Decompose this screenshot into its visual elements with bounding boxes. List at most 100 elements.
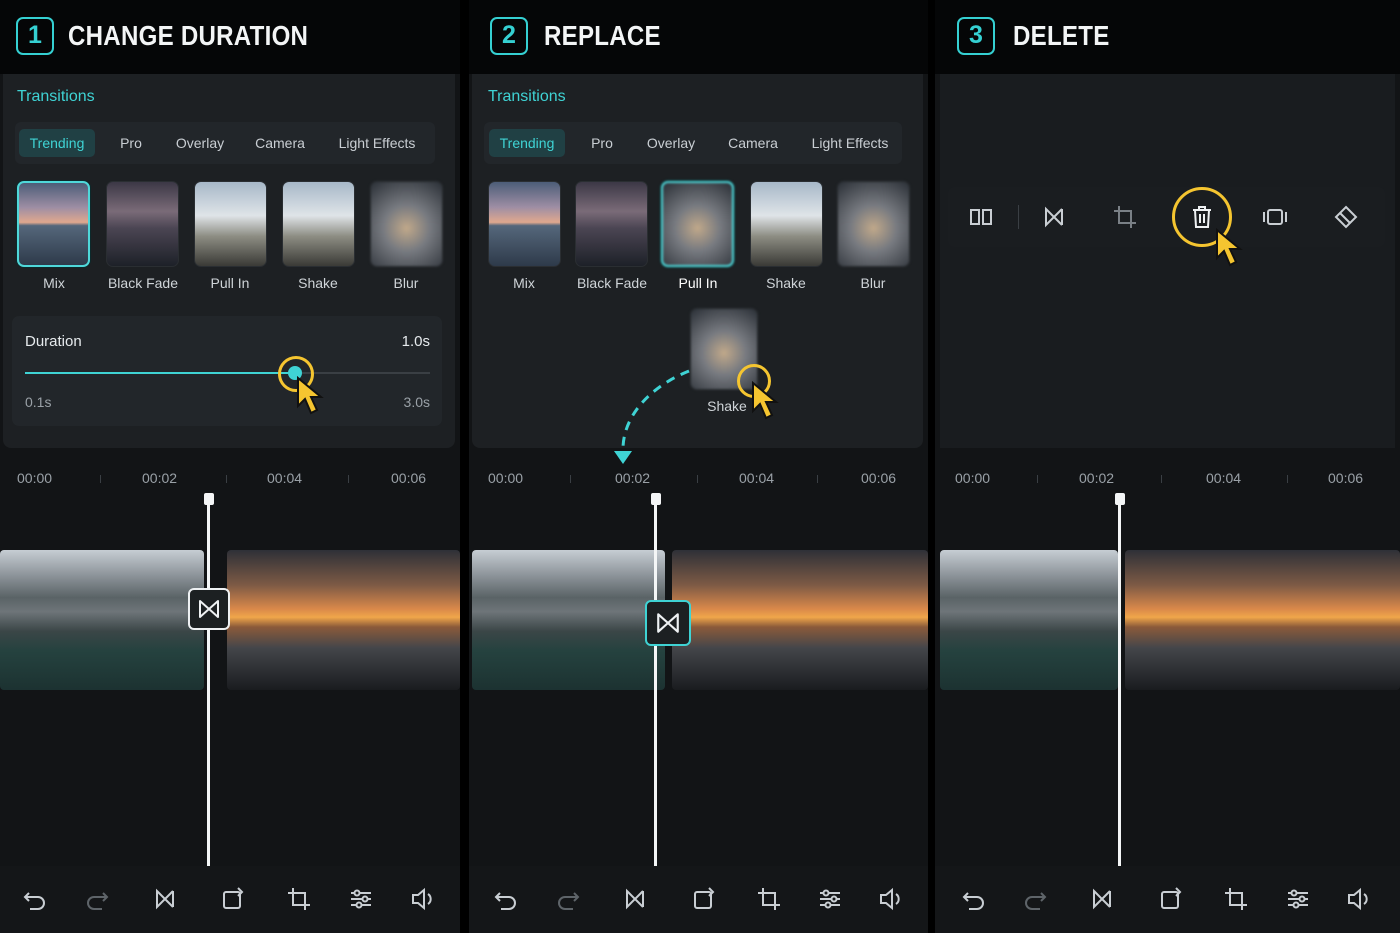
tab-camera[interactable]: Camera: [247, 129, 313, 157]
tab-pro[interactable]: Pro: [580, 129, 624, 157]
transition-icon: [199, 600, 219, 618]
transition-icon[interactable]: [620, 884, 650, 914]
clip-sunset-sea[interactable]: [227, 550, 460, 690]
ruler-tick: [697, 475, 698, 483]
transition-icon: [657, 613, 679, 633]
transitions-title: Transitions: [17, 88, 95, 105]
adjust-icon[interactable]: [815, 884, 845, 914]
undo-icon[interactable]: [20, 884, 50, 914]
transition-thumb-mix[interactable]: [17, 181, 90, 267]
pointer-cursor-icon: [752, 381, 779, 420]
clip-sunset-sea[interactable]: [672, 550, 928, 690]
volume-icon[interactable]: [408, 884, 438, 914]
transition-label-mix: Mix: [43, 275, 65, 291]
video-track: [469, 550, 928, 690]
transition-thumb-pull-in[interactable]: [194, 181, 267, 267]
transition-icon[interactable]: [1087, 884, 1117, 914]
keyframe-icon[interactable]: [1331, 202, 1361, 232]
transition-thumb-mix[interactable]: [488, 181, 561, 267]
tab-trending[interactable]: Trending: [19, 129, 95, 157]
undo-icon[interactable]: [959, 884, 989, 914]
adjust-icon[interactable]: [346, 884, 376, 914]
crop-icon[interactable]: [754, 884, 784, 914]
transition-tabs: Trending Pro Overlay Camera Light Effect…: [15, 122, 435, 164]
crop-icon[interactable]: [284, 884, 314, 914]
timeline-ruler: 00:00 00:02 00:04 00:06: [469, 460, 928, 500]
transition-marker[interactable]: [645, 600, 691, 646]
ruler-time: 00:02: [142, 470, 178, 486]
playhead[interactable]: [1118, 498, 1121, 866]
frame-icon[interactable]: [1260, 202, 1290, 232]
ruler-tick: [1037, 475, 1038, 483]
video-track: [0, 550, 460, 690]
transitions-title: Transitions: [488, 88, 566, 105]
redo-icon[interactable]: [1020, 884, 1050, 914]
tab-pro[interactable]: Pro: [109, 129, 153, 157]
ruler-time: 00:04: [739, 470, 775, 486]
replace-icon[interactable]: [1156, 884, 1186, 914]
redo-icon[interactable]: [82, 884, 112, 914]
transition-label-blur: Blur: [393, 275, 419, 291]
timeline-ruler: 00:00 00:02 00:04 00:06: [0, 460, 460, 500]
adjust-icon[interactable]: [1283, 884, 1313, 914]
clip-mountain-lake[interactable]: [940, 550, 1118, 690]
replace-icon[interactable]: [689, 884, 719, 914]
bottom-toolbar: [0, 866, 460, 933]
pointer-cursor-icon: [1216, 228, 1243, 267]
transition-label-blur: Blur: [860, 275, 886, 291]
transition-thumb-blur[interactable]: [370, 181, 443, 267]
transition-marker[interactable]: [188, 588, 230, 630]
transition-thumb-black-fade[interactable]: [575, 181, 648, 267]
transition-icon[interactable]: [1039, 202, 1069, 232]
bottom-toolbar: [935, 866, 1400, 933]
clip-mountain-lake[interactable]: [472, 550, 665, 690]
ruler-tick: [1161, 475, 1162, 483]
tab-light-effects[interactable]: Light Effects: [800, 129, 900, 157]
tab-overlay[interactable]: Overlay: [167, 129, 233, 157]
playhead-handle[interactable]: [204, 493, 214, 505]
transition-thumb-pull-in[interactable]: [661, 181, 734, 267]
transition-label-shake: Shake: [298, 275, 338, 291]
ruler-time: 00:00: [955, 470, 991, 486]
dragged-transition-label: Shake: [707, 398, 747, 414]
tab-camera[interactable]: Camera: [720, 129, 786, 157]
volume-icon[interactable]: [876, 884, 906, 914]
transition-thumb-shake[interactable]: [282, 181, 355, 267]
volume-icon[interactable]: [1344, 884, 1374, 914]
crop-icon[interactable]: [1221, 884, 1251, 914]
ruler-time: 00:00: [488, 470, 524, 486]
bottom-toolbar: [469, 866, 928, 933]
transition-thumb-shake[interactable]: [750, 181, 823, 267]
ruler-time: 00:04: [1206, 470, 1242, 486]
clip-sunset-sea[interactable]: [1125, 550, 1400, 690]
transition-thumb-blur[interactable]: [837, 181, 910, 267]
playhead[interactable]: [207, 498, 210, 866]
playhead-handle[interactable]: [651, 493, 661, 505]
ruler-time: 00:06: [1328, 470, 1364, 486]
tab-light-effects[interactable]: Light Effects: [327, 129, 427, 157]
undo-icon[interactable]: [491, 884, 521, 914]
playhead-handle[interactable]: [1115, 493, 1125, 505]
ruler-time: 00:04: [267, 470, 303, 486]
toolbar-divider: [1018, 205, 1019, 229]
transition-label-black-fade: Black Fade: [107, 275, 179, 291]
video-track: [935, 550, 1400, 690]
replace-icon[interactable]: [218, 884, 248, 914]
panel-replace: 2 REPLACE Transitions Trending Pro Overl…: [469, 0, 928, 933]
transition-label-black-fade: Black Fade: [576, 275, 648, 291]
playhead[interactable]: [654, 498, 657, 866]
ruler-time: 00:06: [391, 470, 427, 486]
transition-label-pull-in: Pull In: [210, 275, 250, 291]
clip-mountain-lake[interactable]: [0, 550, 204, 690]
step-title: DELETE: [1013, 20, 1110, 51]
crop-icon[interactable]: [1110, 202, 1140, 232]
split-icon[interactable]: [966, 202, 996, 232]
tab-overlay[interactable]: Overlay: [638, 129, 704, 157]
redo-icon[interactable]: [553, 884, 583, 914]
transition-icon[interactable]: [150, 884, 180, 914]
duration-label: Duration: [25, 333, 82, 350]
transition-label-mix: Mix: [513, 275, 535, 291]
tab-trending[interactable]: Trending: [489, 129, 565, 157]
ruler-time: 00:00: [17, 470, 53, 486]
transition-thumb-black-fade[interactable]: [106, 181, 179, 267]
